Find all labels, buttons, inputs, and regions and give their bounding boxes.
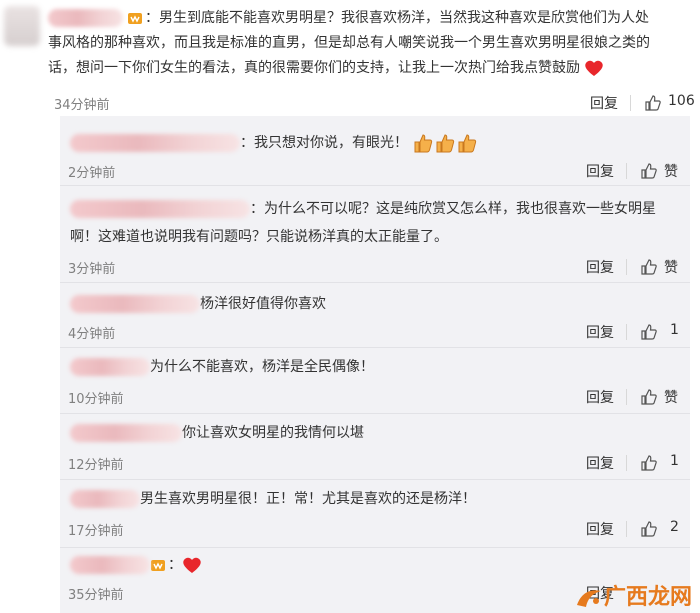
reply-button[interactable]: 回复	[586, 161, 614, 181]
like-thumb-icon[interactable]	[644, 94, 662, 112]
username-blurred[interactable]	[70, 490, 140, 508]
reply-item: 你让喜欢女明星的我情何以堪 12分钟前 回复 1	[60, 414, 690, 480]
divider	[626, 163, 627, 179]
username-blurred[interactable]	[70, 556, 150, 574]
reply-item: ：我只想对你说，有眼光！ 2分钟前 回复 赞	[60, 116, 690, 186]
vip-badge-icon	[128, 13, 142, 24]
like-thumb-icon[interactable]	[640, 323, 658, 341]
reply-button[interactable]: 回复	[586, 322, 614, 342]
like-count: 1	[670, 322, 679, 338]
reply-item: 杨洋很好值得你喜欢 4分钟前 回复 1	[60, 283, 690, 348]
reply-button[interactable]: 回复	[586, 453, 614, 473]
reply-text: 我只想对你说，有眼光！	[254, 135, 408, 151]
reply-time: 12分钟前	[68, 458, 124, 473]
username-blurred[interactable]	[70, 200, 250, 218]
reply-item: 男生喜欢男明星很！正！常！尤其是喜欢的还是杨洋！ 17分钟前 回复 2	[60, 480, 690, 548]
username-blurred[interactable]	[70, 134, 240, 152]
watermark-logo-icon	[576, 590, 601, 607]
thumbs-up-emoji-icon	[436, 134, 455, 153]
main-comment: ：男生到底能不能喜欢男明星？我很喜欢杨洋，当然我这种喜欢是欣赏他们为人处 事风格…	[0, 0, 700, 116]
username-blurred[interactable]	[70, 358, 150, 376]
username-blurred[interactable]	[48, 9, 123, 27]
divider	[626, 389, 627, 405]
reply-text-line-2: 啊！这难道也说明我有问题吗？只能说杨洋真的太正能量了。	[70, 229, 448, 245]
like-thumb-icon[interactable]	[640, 388, 658, 406]
like-thumb-icon[interactable]	[640, 162, 658, 180]
comment-line-1: 男生到底能不能喜欢男明星？我很喜欢杨洋，当然我这种喜欢是欣赏他们为人处	[159, 10, 649, 26]
reply-time: 4分钟前	[68, 327, 116, 342]
like-thumb-icon[interactable]	[640, 520, 658, 538]
divider	[626, 455, 627, 471]
like-label[interactable]: 赞	[664, 161, 678, 181]
thumbs-up-emoji-icon	[414, 134, 433, 153]
like-label[interactable]: 赞	[664, 257, 678, 277]
reply-item: 为什么不能喜欢，杨洋是全民偶像！ 10分钟前 回复 赞	[60, 348, 690, 414]
divider	[626, 324, 627, 340]
reply-text: 男生喜欢男明星很！正！常！尤其是喜欢的还是杨洋！	[140, 491, 476, 507]
reply-list: ：我只想对你说，有眼光！ 2分钟前 回复 赞 ：为什么不可以呢？这是纯欣赏又怎么…	[60, 116, 690, 613]
username-blurred[interactable]	[70, 424, 182, 442]
reply-button[interactable]: 回复	[586, 387, 614, 407]
divider	[630, 95, 631, 111]
comment-line-2: 事风格的那种喜欢，而且我是标准的直男，但是却总有人嘲笑说我一个男生喜欢男明星很娘…	[48, 35, 650, 51]
like-label[interactable]: 赞	[664, 387, 678, 407]
reply-text: 为什么不可以呢？这是纯欣赏又怎么样，我也很喜欢一些女明星	[264, 201, 656, 217]
heart-emoji-icon	[585, 60, 604, 76]
like-thumb-icon[interactable]	[640, 454, 658, 472]
divider	[626, 521, 627, 537]
divider	[626, 259, 627, 275]
comment-time: 34分钟前	[54, 98, 110, 113]
reply-text: 杨洋很好值得你喜欢	[200, 296, 326, 312]
reply-time: 17分钟前	[68, 524, 124, 539]
comment-line-3: 话，想问一下你们女生的看法，真的很需要你们的支持，让我上一次热门给我点赞鼓励	[48, 60, 580, 76]
reply-button[interactable]: 回复	[590, 93, 618, 113]
reply-time: 10分钟前	[68, 392, 124, 407]
reply-time: 3分钟前	[68, 262, 116, 277]
like-count: 2	[670, 519, 679, 535]
like-count: 106	[668, 93, 695, 109]
reply-time: 35分钟前	[68, 588, 124, 603]
username-blurred[interactable]	[70, 295, 200, 313]
reply-item: ：为什么不可以呢？这是纯欣赏又怎么样，我也很喜欢一些女明星 啊！这难道也说明我有…	[60, 186, 690, 283]
like-thumb-icon[interactable]	[640, 258, 658, 276]
reply-text: 你让喜欢女明星的我情何以堪	[182, 425, 364, 441]
main-comment-text: ：男生到底能不能喜欢男明星？我很喜欢杨洋，当然我这种喜欢是欣赏他们为人处 事风格…	[48, 9, 650, 76]
reply-text: 为什么不能喜欢，杨洋是全民偶像！	[150, 359, 374, 375]
reply-button[interactable]: 回复	[586, 257, 614, 277]
vip-badge-icon	[151, 560, 165, 571]
reply-button[interactable]: 回复	[586, 519, 614, 539]
like-count: 1	[670, 453, 679, 469]
heart-emoji-icon	[183, 557, 201, 573]
watermark-text: 广西龙网	[603, 585, 692, 610]
reply-time: 2分钟前	[68, 166, 116, 181]
watermark: 广西龙网	[574, 579, 692, 611]
thumbs-up-emoji-icon	[458, 134, 477, 153]
